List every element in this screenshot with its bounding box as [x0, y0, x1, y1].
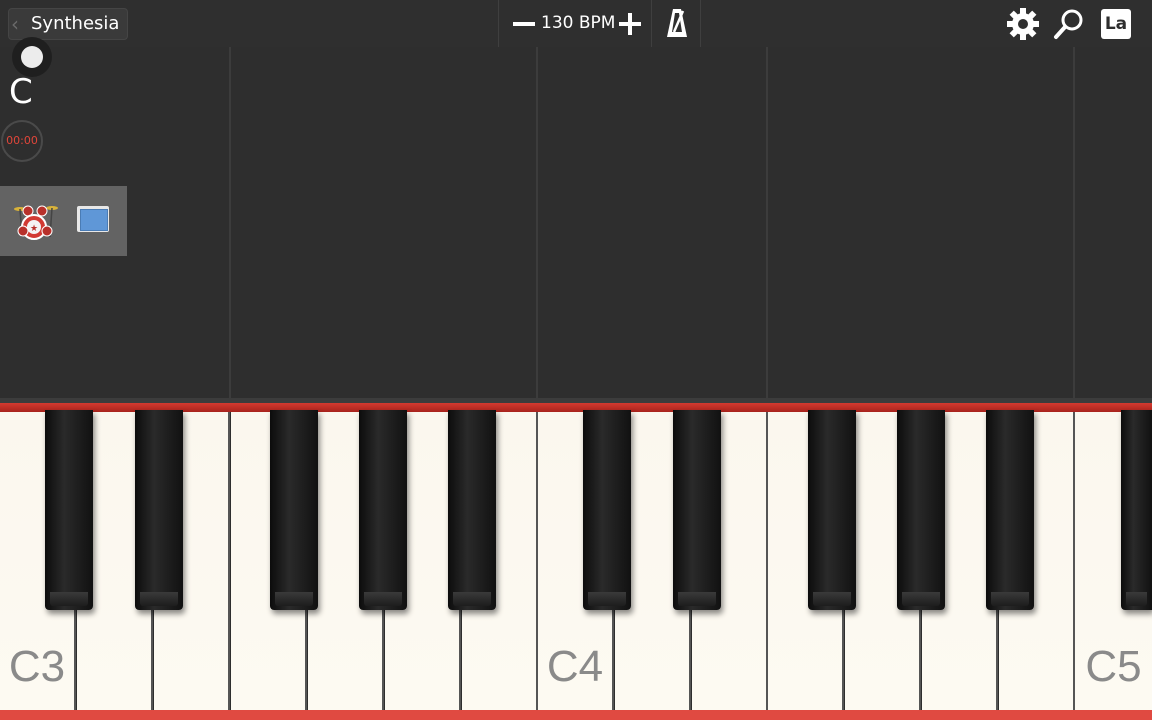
black-key-cs5[interactable]: [1121, 410, 1152, 610]
back-button[interactable]: ‹ Synthesia: [8, 8, 129, 40]
tempo-decrease-button[interactable]: [511, 8, 537, 38]
screen-icon[interactable]: [77, 206, 109, 232]
keyboard-bottom-rail: [0, 710, 1152, 720]
search-icon: [1054, 9, 1083, 39]
grid-line: [536, 47, 538, 398]
top-bar: ‹ Synthesia 130 BPM La: [0, 0, 1152, 47]
tempo-increase-button[interactable]: [617, 8, 643, 38]
black-key-ds3[interactable]: [135, 410, 183, 610]
search-button[interactable]: [1052, 7, 1086, 41]
svg-text:★: ★: [30, 224, 38, 234]
timer-display: 00:00: [1, 120, 43, 162]
note-label-c5: C5: [1085, 642, 1142, 691]
black-key-fs4[interactable]: [808, 410, 856, 610]
black-key-ds4[interactable]: [673, 410, 721, 610]
metronome-button[interactable]: [653, 0, 701, 47]
note-labels-button[interactable]: La: [1101, 9, 1131, 39]
metronome-icon: [667, 9, 687, 37]
record-button[interactable]: [12, 37, 52, 77]
black-key-fs3[interactable]: [270, 410, 318, 610]
grid-line: [1073, 47, 1075, 398]
chevron-left-icon: ‹: [11, 12, 19, 36]
instrument-panel: ★: [0, 186, 127, 256]
black-key-as4[interactable]: [986, 410, 1034, 610]
note-label-c3: C3: [8, 642, 66, 691]
grid-line: [229, 47, 231, 398]
black-key-gs3[interactable]: [359, 410, 407, 610]
note-label-c4: C4: [546, 642, 604, 691]
black-key-cs3[interactable]: [45, 410, 93, 610]
tempo-control: 130 BPM: [498, 0, 652, 47]
gear-icon: [1007, 8, 1039, 40]
black-key-as3[interactable]: [448, 410, 496, 610]
drum-kit-icon[interactable]: ★: [14, 199, 58, 243]
back-button-label: Synthesia: [31, 13, 120, 34]
black-key-cs4[interactable]: [583, 410, 631, 610]
grid-line: [766, 47, 768, 398]
tempo-value: 130 BPM: [541, 13, 616, 33]
settings-button[interactable]: [1006, 7, 1040, 41]
black-key-gs4[interactable]: [897, 410, 945, 610]
key-signature-button[interactable]: C: [9, 72, 33, 112]
